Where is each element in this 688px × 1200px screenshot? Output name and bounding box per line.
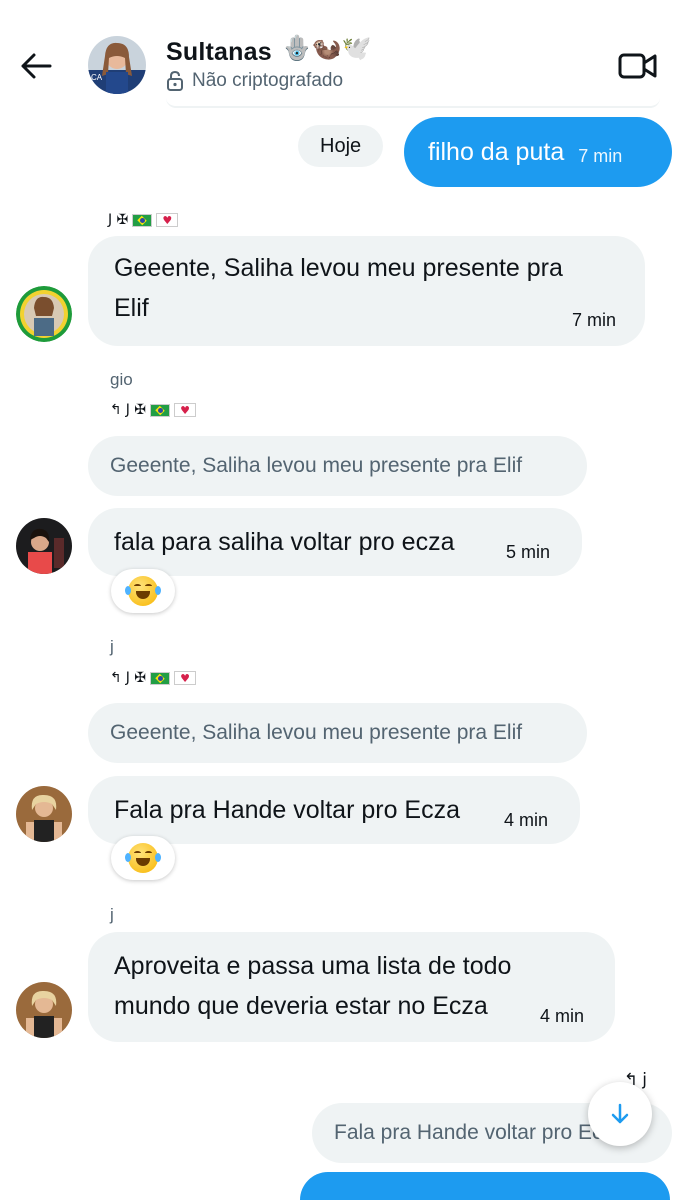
reaction-badge[interactable] <box>111 569 175 613</box>
scroll-to-bottom-button[interactable] <box>588 1082 652 1146</box>
header-divider <box>166 98 660 108</box>
message-time: 7 min <box>572 310 617 330</box>
message-text-line1: Geeente, Saliha levou meu presente pra <box>114 254 563 282</box>
heart-icon: ♥ <box>174 403 197 417</box>
sender-name: j <box>110 637 114 656</box>
message-time: 5 min <box>506 542 551 562</box>
avatar[interactable] <box>16 786 72 842</box>
message-text: fala para saliha voltar pro ecza <box>114 528 455 556</box>
arrow-left-icon <box>21 53 52 79</box>
heart-icon: ♥ <box>156 213 179 227</box>
message-time: 4 min <box>504 810 549 830</box>
sender-name: j <box>110 905 114 924</box>
incoming-message-bubble[interactable]: fala para saliha voltar pro ecza 5 min <box>88 508 582 576</box>
avatar[interactable] <box>16 982 72 1038</box>
avatar[interactable] <box>16 286 72 342</box>
quoted-message[interactable]: Geeente, Saliha levou meu presente pra E… <box>88 703 587 763</box>
reaction-badge[interactable] <box>111 836 175 880</box>
date-separator: Hoje <box>298 125 384 167</box>
incoming-message-bubble[interactable]: Aproveita e passa uma lista de todo mund… <box>88 932 615 1042</box>
message-text-line2: mundo que deveria estar no Ecza <box>114 992 488 1020</box>
laughing-tears-emoji-icon <box>125 576 161 606</box>
incoming-message-bubble[interactable]: Geeente, Saliha levou meu presente pra E… <box>88 236 645 346</box>
message-time: 7 min <box>578 145 623 166</box>
brazil-flag-icon <box>150 403 171 417</box>
chat-title: Sultanas <box>166 38 272 66</box>
message-text-line1: Aproveita e passa uma lista de todo <box>114 952 512 980</box>
unlock-icon <box>167 70 183 91</box>
title-emojis: 🪬🦦🕊️ <box>282 34 372 62</box>
reply-arrow-icon: ↰ <box>110 670 122 686</box>
heart-icon: ♥ <box>174 671 197 685</box>
sender-name: gio <box>110 370 133 389</box>
back-button[interactable] <box>14 44 58 88</box>
sender-tag: J ✠ ♥ <box>108 212 179 228</box>
message-text: filho da puta <box>428 137 565 166</box>
outgoing-message-bubble[interactable] <box>300 1172 670 1200</box>
group-avatar[interactable]: CA <box>88 36 146 94</box>
encryption-status-text: Não criptografado <box>192 70 344 91</box>
video-call-button[interactable] <box>612 44 664 88</box>
laughing-tears-emoji-icon <box>125 843 161 873</box>
reply-tag: ↰ J ✠ ♥ <box>110 670 197 686</box>
quoted-message[interactable]: Geeente, Saliha levou meu presente pra E… <box>88 436 587 496</box>
reply-tag: ↰ J ✠ ♥ <box>110 402 197 418</box>
brazil-flag-icon <box>132 213 153 227</box>
svg-text:CA: CA <box>91 73 103 82</box>
message-time: 4 min <box>540 1006 585 1026</box>
reply-arrow-icon: ↰ <box>110 402 122 418</box>
video-camera-icon <box>618 53 657 79</box>
outgoing-message-bubble[interactable]: filho da puta 7 min <box>404 117 672 187</box>
avatar[interactable] <box>16 518 72 574</box>
incoming-message-bubble[interactable]: Fala pra Hande voltar pro Ecza 4 min <box>88 776 580 844</box>
brazil-flag-icon <box>150 671 171 685</box>
arrow-down-icon <box>611 1103 629 1124</box>
message-text: Fala pra Hande voltar pro Ecza <box>114 796 461 824</box>
message-text-line2: Elif <box>114 294 149 322</box>
encryption-status-row[interactable]: Não criptografado <box>166 70 343 92</box>
